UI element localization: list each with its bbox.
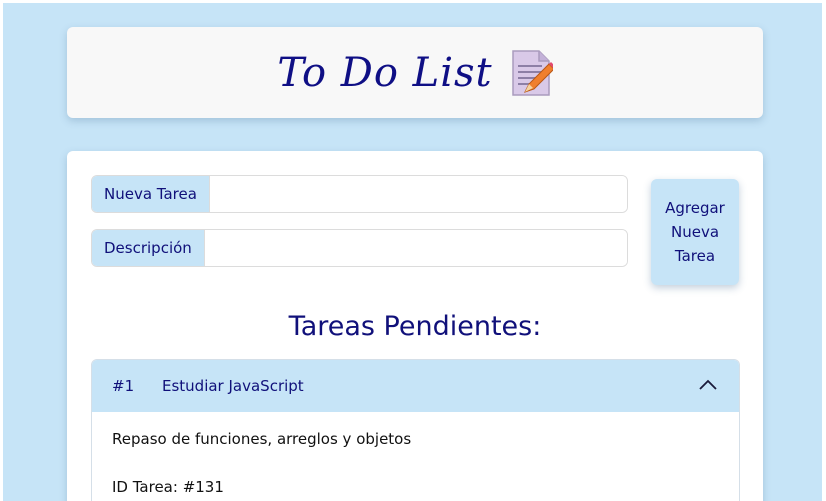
add-task-button[interactable]: Agregar Nueva Tarea <box>651 179 739 285</box>
task-description: Repaso de funciones, arreglos y objetos <box>112 430 412 448</box>
task-form-card: Nueva Tarea Descripción Agregar Nueva Ta… <box>67 151 763 501</box>
pending-tasks-title: Tareas Pendientes: <box>288 311 542 342</box>
task-description-label: Descripción <box>92 230 204 266</box>
task-number: #1 <box>112 377 135 395</box>
task-accordion-header[interactable]: #1 Estudiar JavaScript <box>92 360 739 412</box>
add-task-button-label: Agregar Nueva Tarea <box>665 199 725 265</box>
app-title: To Do List <box>277 49 493 96</box>
memo-icon <box>511 49 553 96</box>
app-background: To Do List Nueva Tarea Descripción Agreg… <box>3 3 822 501</box>
task-body: Repaso de funciones, arreglos y objetos … <box>92 412 739 501</box>
task-name-group: Nueva Tarea <box>91 175 628 213</box>
task-description-group: Descripción <box>91 229 628 267</box>
header-card: To Do List <box>67 27 763 118</box>
task-description-input[interactable] <box>203 230 627 266</box>
chevron-up-icon <box>699 379 717 390</box>
task-item: #1 Estudiar JavaScript Repaso de funcion… <box>91 359 740 501</box>
task-name-input[interactable] <box>208 176 627 212</box>
task-name-label: Nueva Tarea <box>92 176 209 212</box>
task-title: Estudiar JavaScript <box>162 377 304 395</box>
task-id: ID Tarea: #131 <box>112 478 224 496</box>
